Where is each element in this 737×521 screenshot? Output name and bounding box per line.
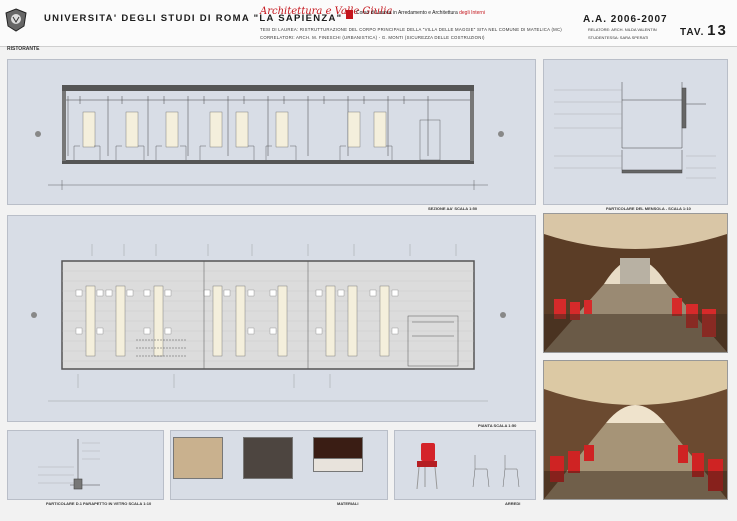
label-mensola: PARTICOLARE DEL MENSOLA - SCALA 1:10	[606, 206, 691, 211]
chair-sketch-icon	[472, 455, 520, 488]
academic-year: A.A. 2006-2007	[583, 14, 668, 25]
material-swatch-light	[313, 458, 363, 472]
parapetto-drawing	[38, 439, 100, 490]
render-image-1	[544, 214, 727, 352]
plan-drawing	[31, 244, 506, 402]
section-title: RISTORANTE	[7, 46, 40, 52]
panel-mensola: PARTICOLARE DEL MENSOLA - SCALA 1:10	[543, 59, 728, 211]
label-sezione: SEZIONE AA' SCALA 1:50	[428, 206, 478, 211]
panel-pianta: PIANTA SCALA 1:50	[7, 215, 536, 428]
panel-materiali: MATERIALI	[170, 430, 388, 506]
mensola-drawing	[554, 82, 716, 179]
panel-arredi: ARREDI	[394, 430, 536, 506]
material-swatch-dark	[243, 437, 293, 479]
chair-render-icon	[416, 443, 438, 490]
material-swatch-beige	[173, 437, 223, 479]
panel-parapetto: PARTICOLARE D.1 PARAPETTO IN VETRO SCALA…	[7, 430, 164, 506]
render-view-1	[543, 213, 728, 353]
course-name: Corso di Laurea in Arredamento e Archite…	[356, 10, 485, 16]
tav-number: TAV. 13	[680, 22, 728, 39]
correlatori: CORRELATORI: ARCH. M. FINESCHI (URBANIST…	[260, 35, 485, 40]
label-arredi: ARREDI	[505, 501, 521, 506]
material-swatch-wood	[313, 437, 363, 459]
relatori: RELATORE: ARCH. NILDA VALENTIN	[588, 27, 657, 32]
label-materiali: MATERIALI	[337, 501, 359, 506]
render-image-2	[544, 361, 727, 499]
chair-drawing	[416, 443, 520, 490]
panel-sezione: SEZIONE AA' SCALA 1:50	[7, 59, 536, 211]
section-drawing	[35, 85, 504, 190]
thesis-title: TESI DI LAUREA: RISTRUTTURAZIONE DEL COR…	[260, 27, 562, 32]
sapienza-seal-icon	[5, 8, 27, 32]
label-pianta: PIANTA SCALA 1:50	[478, 423, 517, 428]
course-logo-icon	[346, 10, 353, 19]
label-parapetto: PARTICOLARE D.1 PARAPETTO IN VETRO SCALA…	[46, 501, 152, 506]
render-view-2	[543, 360, 728, 500]
studenti: STUDENTESSA: SARA SPERATI	[588, 35, 649, 40]
tav-label: TAV.	[680, 27, 705, 38]
